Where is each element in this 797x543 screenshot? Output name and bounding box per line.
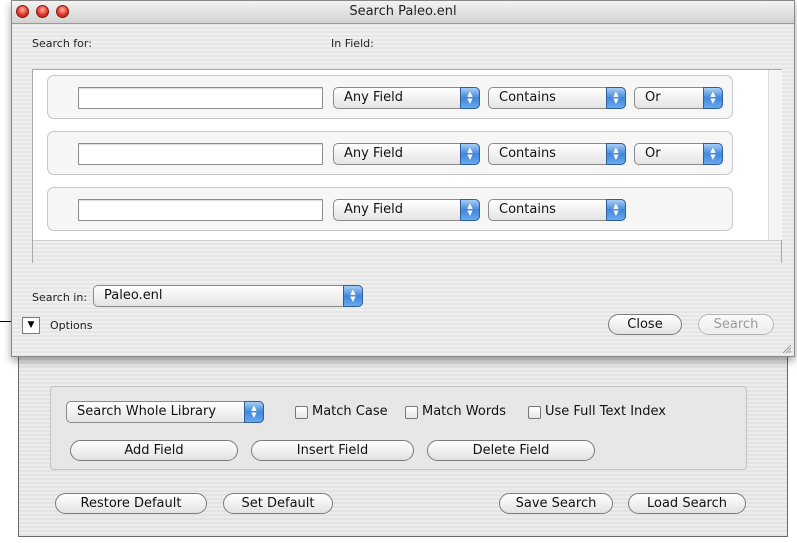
options-group: Search Whole Library ▲ ▼ Match Case Match…	[50, 386, 747, 470]
up-down-arrows-icon: ▲ ▼	[606, 143, 626, 165]
search-in-value: Paleo.enl	[104, 288, 163, 303]
search-term-input[interactable]	[78, 143, 323, 165]
field-popup[interactable]: Any Field ▲ ▼	[333, 199, 480, 221]
up-down-arrows-icon: ▲ ▼	[460, 199, 480, 221]
field-popup[interactable]: Any Field ▲ ▼	[333, 143, 480, 165]
field-popup-value: Any Field	[344, 202, 403, 217]
operator-popup-value: Contains	[499, 146, 556, 161]
resize-grip-icon[interactable]	[782, 344, 792, 354]
field-popup-value: Any Field	[344, 146, 403, 161]
load-search-button[interactable]: Load Search	[628, 493, 746, 514]
search-window: Search Paleo.enl Search for: In Field: A…	[11, 0, 795, 357]
restore-default-button[interactable]: Restore Default	[55, 493, 207, 514]
criteria-list: Any Field ▲ ▼ Contains ▲ ▼ Or ▲ ▼ Any Field…	[32, 69, 782, 263]
search-term-input[interactable]	[78, 199, 323, 221]
search-scope-popup[interactable]: Search Whole Library ▲ ▼	[66, 401, 264, 423]
operator-popup[interactable]: Contains ▲ ▼	[488, 199, 626, 221]
search-in-label: Search in:	[32, 291, 88, 304]
operator-popup-value: Contains	[499, 202, 556, 217]
options-label[interactable]: Options	[50, 319, 92, 332]
use-full-text-index-label: Use Full Text Index	[545, 404, 666, 419]
criteria-row: Any Field ▲ ▼ Contains ▲ ▼ Or ▲ ▼	[47, 131, 733, 175]
boolean-popup-value: Or	[645, 90, 661, 105]
up-down-arrows-icon: ▲ ▼	[703, 87, 723, 109]
criteria-row: Any Field ▲ ▼ Contains ▲ ▼ Or ▲ ▼	[47, 75, 733, 119]
up-down-arrows-icon: ▲ ▼	[606, 87, 626, 109]
set-default-button[interactable]: Set Default	[223, 493, 333, 514]
criteria-row: Any Field ▲ ▼ Contains ▲ ▼	[47, 187, 733, 231]
options-panel: Search Whole Library ▲ ▼ Match Case Match…	[18, 335, 788, 537]
up-down-arrows-icon: ▲ ▼	[460, 87, 480, 109]
title-bar[interactable]: Search Paleo.enl	[12, 1, 794, 24]
criteria-footer	[33, 240, 781, 263]
boolean-popup[interactable]: Or ▲ ▼	[634, 87, 723, 109]
search-in-popup[interactable]: Paleo.enl ▲ ▼	[93, 285, 363, 307]
up-down-arrows-icon: ▲ ▼	[343, 285, 363, 307]
search-button[interactable]: Search	[698, 314, 774, 335]
insert-field-button[interactable]: Insert Field	[251, 440, 414, 461]
add-field-button[interactable]: Add Field	[70, 440, 238, 461]
boolean-popup[interactable]: Or ▲ ▼	[634, 143, 723, 165]
criteria-scrollbar[interactable]	[768, 70, 782, 240]
boolean-popup-value: Or	[645, 146, 661, 161]
up-down-arrows-icon: ▲ ▼	[460, 143, 480, 165]
field-popup[interactable]: Any Field ▲ ▼	[333, 87, 480, 109]
disclosure-triangle-icon[interactable]: ▼	[22, 317, 40, 334]
search-for-label: Search for:	[32, 37, 92, 50]
in-field-label: In Field:	[331, 37, 374, 50]
use-full-text-index-checkbox[interactable]	[528, 406, 541, 419]
field-popup-value: Any Field	[344, 90, 403, 105]
operator-popup[interactable]: Contains ▲ ▼	[488, 87, 626, 109]
search-term-input[interactable]	[78, 87, 323, 109]
match-case-checkbox[interactable]	[295, 406, 308, 419]
operator-popup[interactable]: Contains ▲ ▼	[488, 143, 626, 165]
match-words-checkbox[interactable]	[405, 406, 418, 419]
up-down-arrows-icon: ▲ ▼	[703, 143, 723, 165]
up-down-arrows-icon: ▲ ▼	[244, 401, 264, 423]
search-scope-value: Search Whole Library	[77, 404, 217, 419]
close-button[interactable]: Close	[608, 314, 682, 335]
save-search-button[interactable]: Save Search	[499, 493, 613, 514]
match-words-label: Match Words	[422, 404, 506, 419]
operator-popup-value: Contains	[499, 90, 556, 105]
window-title: Search Paleo.enl	[349, 4, 457, 19]
up-down-arrows-icon: ▲ ▼	[606, 199, 626, 221]
match-case-label: Match Case	[312, 404, 388, 419]
delete-field-button[interactable]: Delete Field	[427, 440, 595, 461]
